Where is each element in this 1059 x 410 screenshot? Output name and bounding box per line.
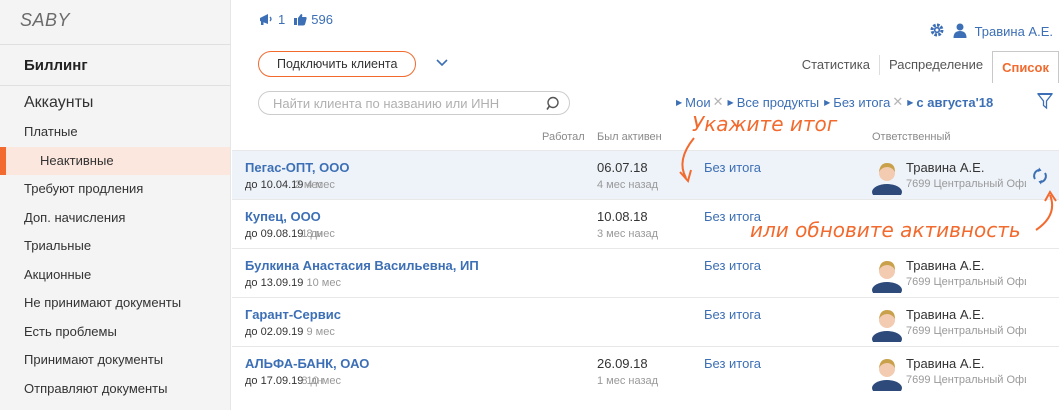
tab-distribution[interactable]: Распределение: [879, 55, 992, 75]
client-name[interactable]: Купец, ООО: [245, 209, 321, 224]
current-user-name[interactable]: Травина А.Е.: [975, 24, 1053, 39]
thumbs-up-icon: [293, 13, 307, 26]
annotation-set-result: Укажите итог: [692, 112, 838, 136]
tab-statistics[interactable]: Статистика: [793, 55, 879, 75]
triangle-right-icon: ▶: [676, 97, 683, 107]
top-bar: 1 596 Травина А.Е.: [231, 0, 1059, 44]
triangle-right-icon: ▶: [727, 97, 734, 107]
clients-table: Пегас-ОПТ, ООО до 10.04.19 4 мес 2 мес 0…: [232, 150, 1059, 395]
sidebar-item-accepting-docs[interactable]: Принимают документы: [0, 346, 230, 375]
responsible-office: 7699 Центральный Офис: [906, 374, 1026, 386]
likes-count: 596: [311, 12, 333, 27]
table-row[interactable]: Гарант-Сервис до 02.09.19 9 мес Без итог…: [232, 297, 1059, 346]
sidebar-item-paid[interactable]: Платные: [0, 118, 230, 147]
filter-period[interactable]: с августа'18: [916, 95, 993, 110]
chevron-down-icon[interactable]: [435, 56, 449, 70]
last-active-ago: 3 мес назад: [597, 228, 659, 240]
worked-duration: 8 дн: [301, 375, 323, 387]
sidebar-item-sending-docs[interactable]: Отправляют документы: [0, 375, 230, 404]
filter-bar: ▶ Мои ✕ ▶ Все продукты ▶ Без итога ✕ ▶ с…: [676, 94, 993, 110]
sidebar: SABY Биллинг Аккаунты Платные Неактивные…: [0, 0, 231, 410]
avatar: [872, 163, 902, 195]
column-header-worked[interactable]: Работал: [542, 131, 585, 143]
avatar: [872, 261, 902, 293]
responsible-name: Травина А.Е.: [906, 307, 985, 322]
avatar: [872, 310, 902, 342]
paid-until: до 13.09.19 10 мес: [245, 277, 341, 289]
table-row[interactable]: АЛЬФА-БАНК, ОАО до 17.09.19 10 мес 8 дн …: [232, 346, 1059, 395]
last-active-date: 26.09.18: [597, 356, 648, 371]
sidebar-item-accounts[interactable]: Аккаунты: [0, 88, 230, 118]
avatar: [872, 359, 902, 391]
worked-duration: 2 мес: [294, 179, 323, 191]
responsible-name: Травина А.Е.: [906, 356, 985, 371]
gear-icon[interactable]: [929, 22, 945, 41]
sidebar-item-problems[interactable]: Есть проблемы: [0, 318, 230, 347]
client-name[interactable]: Булкина Анастасия Васильевна, ИП: [245, 258, 479, 273]
responsible-name: Травина А.Е.: [906, 258, 985, 273]
user-icon: [953, 23, 967, 41]
filter-result[interactable]: Без итога: [833, 95, 890, 110]
megaphone-icon: [259, 13, 274, 26]
sidebar-item-not-accepting-docs[interactable]: Не принимают документы: [0, 289, 230, 318]
notification-count: 1: [278, 12, 286, 27]
client-name[interactable]: Гарант-Сервис: [245, 307, 341, 322]
worked-duration: 1 дн: [301, 228, 323, 240]
responsible-office: 7699 Центральный Офис: [906, 178, 1026, 190]
responsible-name: Травина А.Е.: [906, 160, 985, 175]
module-title[interactable]: Биллинг: [0, 44, 230, 86]
filter-mine[interactable]: Мои: [685, 95, 710, 110]
notifications[interactable]: 1 596: [259, 12, 333, 27]
connect-client-button[interactable]: Подключить клиента: [258, 51, 417, 77]
user-area: Травина А.Е.: [929, 22, 1053, 41]
last-active-date: 06.07.18: [597, 160, 648, 175]
paid-until: до 02.09.19 9 мес: [245, 326, 335, 338]
sidebar-item-promo[interactable]: Акционные: [0, 261, 230, 290]
last-active-ago: 4 мес назад: [597, 179, 659, 191]
close-icon[interactable]: ✕: [892, 94, 903, 110]
result-link[interactable]: Без итога: [704, 356, 761, 371]
sidebar-item-trial[interactable]: Триальные: [0, 232, 230, 261]
annotation-refresh-activity: или обновите активность: [750, 218, 1021, 242]
responsible-office: 7699 Центральный Офис: [906, 325, 1026, 337]
last-active-date: 10.08.18: [597, 209, 648, 224]
client-name[interactable]: Пегас-ОПТ, ООО: [245, 160, 349, 175]
refresh-icon[interactable]: [1031, 167, 1049, 188]
responsible-office: 7699 Центральный Офис: [906, 276, 1026, 288]
column-header-active[interactable]: Был активен: [597, 131, 662, 143]
client-name[interactable]: АЛЬФА-БАНК, ОАО: [245, 356, 369, 371]
sidebar-item-renewal[interactable]: Требуют продления: [0, 175, 230, 204]
sidebar-item-extra-charges[interactable]: Доп. начисления: [0, 204, 230, 233]
search-input[interactable]: [258, 91, 570, 115]
result-link[interactable]: Без итога: [704, 258, 761, 273]
search-icon[interactable]: [546, 96, 562, 115]
table-row[interactable]: Пегас-ОПТ, ООО до 10.04.19 4 мес 2 мес 0…: [232, 150, 1059, 199]
tab-list[interactable]: Список: [992, 51, 1059, 83]
filter-icon[interactable]: [1036, 92, 1054, 113]
sidebar-item-inactive[interactable]: Неактивные: [0, 146, 230, 175]
action-bar: Подключить клиента Статистика Распределе…: [231, 48, 1059, 83]
result-link[interactable]: Без итога: [704, 307, 761, 322]
app-logo[interactable]: SABY: [20, 10, 70, 31]
view-tabs: Статистика Распределение Список: [793, 48, 1059, 83]
triangle-right-icon: ▶: [907, 97, 914, 107]
paid-until: до 17.09.19 10 мес: [245, 375, 341, 387]
column-header-responsible[interactable]: Ответственный: [872, 131, 951, 143]
triangle-right-icon: ▶: [824, 97, 831, 107]
close-icon[interactable]: ✕: [713, 94, 724, 110]
filter-products[interactable]: Все продукты: [737, 95, 819, 110]
result-link[interactable]: Без итога: [704, 160, 761, 175]
table-row[interactable]: Булкина Анастасия Васильевна, ИП до 13.0…: [232, 248, 1059, 297]
sidebar-nav: Аккаунты Платные Неактивные Требуют прод…: [0, 88, 230, 403]
last-active-ago: 1 мес назад: [597, 375, 659, 387]
